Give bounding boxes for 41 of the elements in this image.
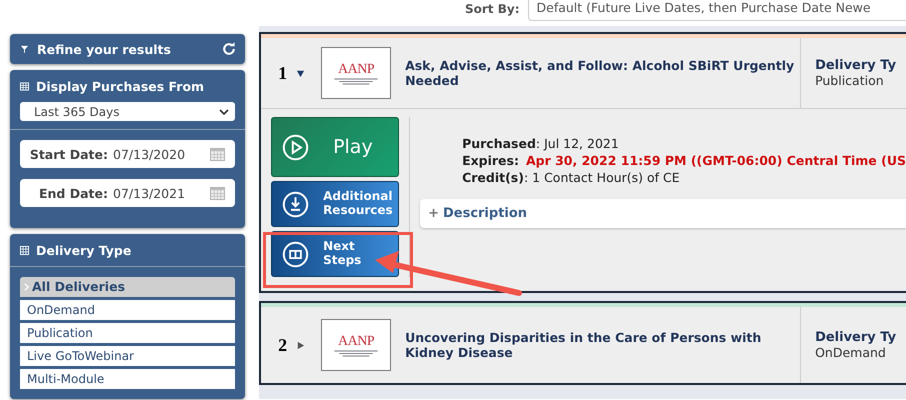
delivery-item[interactable]: Publication [20, 323, 236, 343]
delivery-type-value: Publication [815, 73, 885, 88]
refresh-icon[interactable] [221, 41, 238, 57]
caret-icon[interactable] [296, 68, 306, 78]
description-toggle[interactable]: + Description [420, 199, 906, 228]
delivery-item[interactable]: All Deliveries [20, 277, 236, 297]
date-field[interactable]: End Date: 07/13/2021 [20, 179, 236, 207]
expires-date: Apr 30, 2022 11:59 PM ((GMT-06:00) Central Time (US [526, 153, 906, 168]
download-icon [282, 190, 310, 218]
delivery-item[interactable]: OnDemand [20, 300, 236, 320]
chevron-right-icon [24, 283, 29, 291]
grid-icon [20, 246, 29, 254]
caret-icon[interactable] [296, 340, 306, 350]
play-icon [282, 134, 310, 160]
sort-dropdown[interactable]: Default (Future Live Dates, then Purchase Date Newe [528, 0, 906, 21]
play-button[interactable]: Play [271, 117, 400, 177]
result-number: 1 [277, 62, 288, 84]
filter-icon [20, 44, 29, 54]
logo: AANP [321, 319, 392, 371]
result-title[interactable]: Uncovering Disparities in the Care of Persons with Kidney Disease [405, 330, 800, 360]
delivery-item[interactable]: Multi-Module [20, 369, 236, 389]
purchased-text: Purchased: Jul 12, 2021 [462, 135, 620, 152]
delivery-type-label: Delivery Ty [815, 330, 896, 345]
date-field[interactable]: Start Date: 07/13/2020 [20, 140, 236, 168]
result-title[interactable]: Ask, Advise, Assist, and Follow: Alcohol SBiRT Urgently Needed [405, 58, 800, 88]
card-icon [282, 240, 310, 268]
delivery-type-value: OnDemand [815, 345, 887, 360]
panel-title: Refine your results [37, 42, 171, 56]
panel-title: Delivery Type [36, 242, 132, 258]
credits-text: Credit(s): 1 Contact Hour(s) of CE [462, 169, 681, 186]
expires-label: Expires: [462, 153, 519, 168]
resources-button[interactable]: Additional Resources [271, 181, 400, 227]
delivery-item[interactable]: Live GoToWebinar [20, 346, 236, 366]
grid-icon [20, 82, 29, 90]
delivery-type-label: Delivery Ty [815, 58, 896, 73]
result-number: 2 [277, 334, 288, 356]
range-dropdown[interactable]: Last 365 Days [20, 102, 236, 121]
logo: AANP [321, 47, 392, 99]
panel-title: Display Purchases From [36, 78, 204, 94]
chevron-down-icon [219, 108, 230, 114]
sort-label: Sort By: [465, 1, 520, 16]
